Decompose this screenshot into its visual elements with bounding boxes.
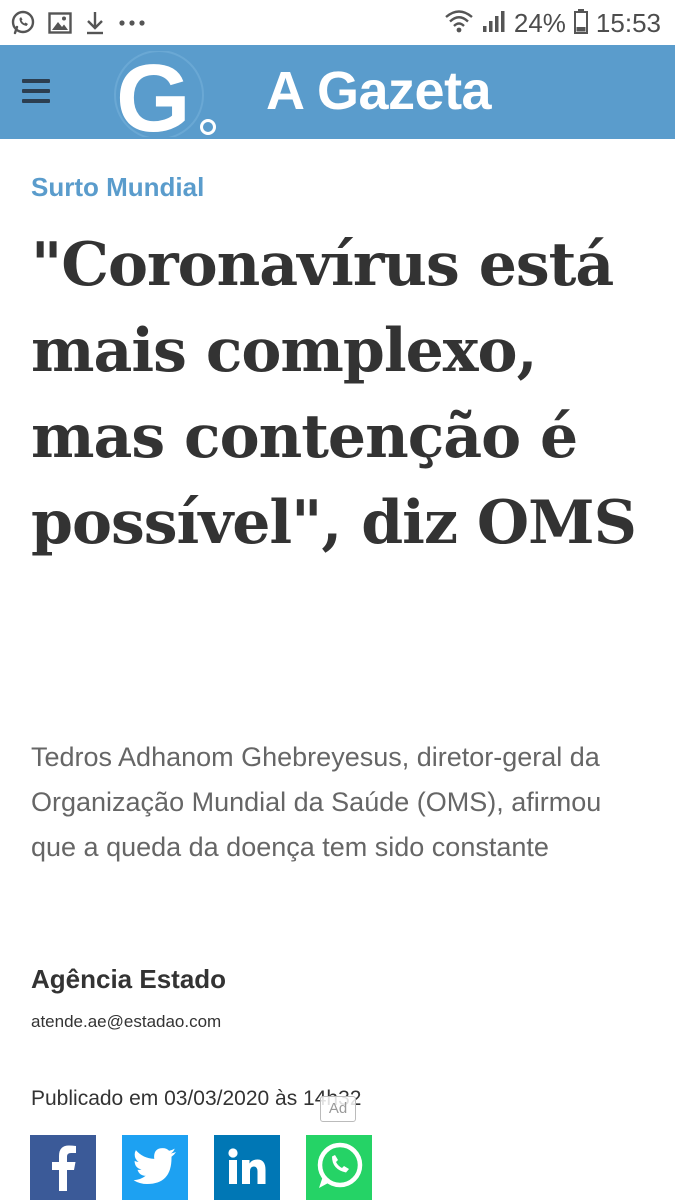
published-date: Publicado em 03/03/2020 às 14h32	[31, 1087, 362, 1110]
site-header: G A Gazeta	[0, 45, 675, 152]
logo-mark[interactable]: G	[110, 45, 220, 152]
menu-icon[interactable]	[22, 78, 52, 104]
site-brand[interactable]: A Gazeta	[266, 55, 492, 127]
article-headline: "Coronavírus está mais complexo, mas con…	[31, 230, 637, 558]
system-status: 24% 15:53	[444, 7, 661, 39]
wifi-icon	[444, 8, 474, 39]
whatsapp-icon	[313, 1140, 365, 1197]
article-author: Agência Estado	[31, 964, 227, 994]
facebook-icon	[43, 1141, 83, 1196]
status-bar: 24% 15:53	[0, 0, 675, 45]
share-twitter-button[interactable]	[122, 1135, 188, 1200]
clock: 15:53	[595, 7, 661, 38]
linkedin-icon	[227, 1146, 267, 1191]
author-email: atende.ae@estadao.com	[31, 1012, 222, 1031]
signal-icon	[482, 8, 506, 39]
battery-icon	[573, 8, 588, 39]
notification-icons	[10, 8, 158, 38]
share-linkedin-button[interactable]	[214, 1135, 280, 1200]
logo-letter: G	[116, 51, 191, 137]
download-icon	[84, 10, 106, 36]
battery-percent: 24%	[513, 7, 566, 38]
share-whatsapp-button[interactable]	[306, 1135, 372, 1200]
whatsapp-notification-icon	[10, 10, 36, 36]
share-facebook-button[interactable]	[30, 1135, 96, 1200]
article-subtitle: Tedros Adhanom Ghebreyesus, diretor-gera…	[31, 742, 602, 862]
article-kicker[interactable]: Surto Mundial	[31, 172, 204, 203]
twitter-icon	[133, 1147, 177, 1190]
gallery-notification-icon	[48, 11, 72, 35]
ad-badge[interactable]: Ad	[320, 1096, 356, 1122]
more-notifications-icon	[118, 18, 146, 28]
